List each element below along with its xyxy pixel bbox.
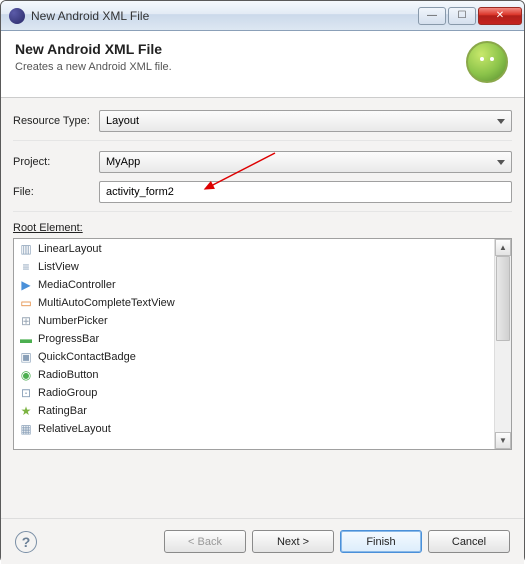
resource-type-combo[interactable]: Layout	[99, 110, 512, 132]
widget-icon: ▣	[18, 349, 34, 365]
resource-type-value: Layout	[106, 115, 139, 127]
close-button[interactable]: ✕	[478, 7, 522, 25]
widget-icon: ⊡	[18, 385, 34, 401]
list-item[interactable]: ◉ RadioButton	[14, 366, 494, 384]
list-item-label: QuickContactBadge	[38, 351, 136, 363]
list-item[interactable]: ▣ QuickContactBadge	[14, 348, 494, 366]
widget-icon: ≡	[18, 259, 34, 275]
list-item[interactable]: ▥ LinearLayout	[14, 240, 494, 258]
list-item[interactable]: ▦ RelativeLayout	[14, 420, 494, 438]
next-button[interactable]: Next >	[252, 530, 334, 553]
resource-type-label: Resource Type:	[13, 115, 99, 127]
android-icon	[466, 41, 508, 83]
file-input[interactable]	[104, 185, 507, 199]
list-item-label: RatingBar	[38, 405, 87, 417]
file-input-wrapper	[99, 181, 512, 203]
finish-button[interactable]: Finish	[340, 530, 422, 553]
widget-icon: ▶	[18, 277, 34, 293]
wizard-footer: ? < Back Next > Finish Cancel	[1, 518, 524, 564]
file-label: File:	[13, 186, 99, 198]
root-element-list[interactable]: ▥ LinearLayout ≡ ListView ▶ MediaController ▭ M…	[13, 238, 512, 450]
list-item[interactable]: ⊞ NumberPicker	[14, 312, 494, 330]
window-title: New Android XML File	[31, 9, 418, 23]
list-item-label: MediaController	[38, 279, 116, 291]
list-item[interactable]: ▭ MultiAutoCompleteTextView	[14, 294, 494, 312]
widget-icon: ▦	[18, 421, 34, 437]
page-subtitle: Creates a new Android XML file.	[15, 61, 456, 73]
list-item-label: RadioButton	[38, 369, 99, 381]
project-value: MyApp	[106, 156, 140, 168]
chevron-down-icon	[497, 119, 505, 124]
project-combo[interactable]: MyApp	[99, 151, 512, 173]
list-item[interactable]: ⊡ RadioGroup	[14, 384, 494, 402]
widget-icon: ⊞	[18, 313, 34, 329]
list-item-label: RelativeLayout	[38, 423, 111, 435]
list-item-label: NumberPicker	[38, 315, 108, 327]
root-element-label: Root Element:	[13, 222, 512, 234]
list-item-label: RadioGroup	[38, 387, 97, 399]
project-label: Project:	[13, 156, 99, 168]
widget-icon: ◉	[18, 367, 34, 383]
app-icon	[9, 8, 25, 24]
list-item-label: LinearLayout	[38, 243, 102, 255]
window-titlebar: New Android XML File — ☐ ✕	[1, 1, 524, 31]
list-item-label: MultiAutoCompleteTextView	[38, 297, 175, 309]
scroll-down-button[interactable]: ▼	[495, 432, 511, 449]
scroll-up-button[interactable]: ▲	[495, 239, 511, 256]
help-button[interactable]: ?	[15, 531, 37, 553]
widget-icon: ▬	[18, 331, 34, 347]
page-title: New Android XML File	[15, 41, 456, 57]
list-item[interactable]: ▬ ProgressBar	[14, 330, 494, 348]
list-item-label: ListView	[38, 261, 79, 273]
back-button[interactable]: < Back	[164, 530, 246, 553]
minimize-button[interactable]: —	[418, 7, 446, 25]
chevron-down-icon	[497, 160, 505, 165]
wizard-body: Resource Type: Layout Project: MyApp Fil…	[1, 98, 524, 518]
maximize-button[interactable]: ☐	[448, 7, 476, 25]
wizard-header: New Android XML File Creates a new Andro…	[1, 31, 524, 98]
list-item[interactable]: ≡ ListView	[14, 258, 494, 276]
scroll-thumb[interactable]	[496, 256, 510, 341]
list-item-label: ProgressBar	[38, 333, 99, 345]
scrollbar[interactable]: ▲ ▼	[494, 239, 511, 449]
cancel-button[interactable]: Cancel	[428, 530, 510, 553]
widget-icon: ▥	[18, 241, 34, 257]
widget-icon: ▭	[18, 295, 34, 311]
widget-icon: ★	[18, 403, 34, 419]
list-item[interactable]: ★ RatingBar	[14, 402, 494, 420]
list-item[interactable]: ▶ MediaController	[14, 276, 494, 294]
